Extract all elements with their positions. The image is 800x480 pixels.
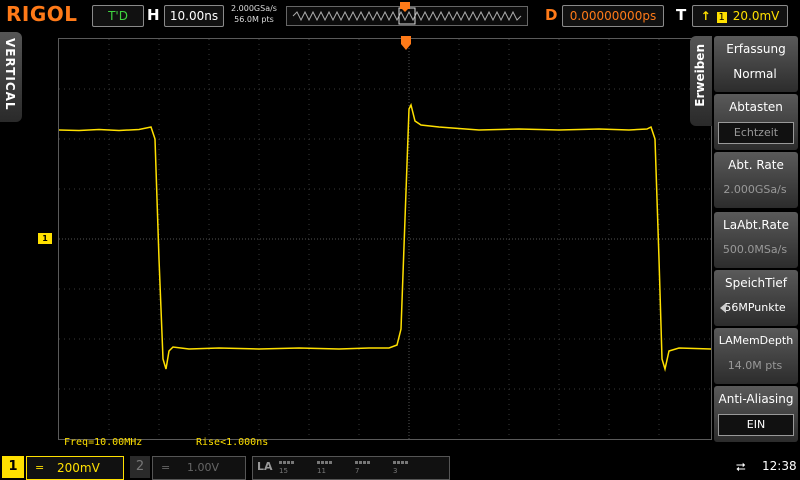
ch1-waveform	[59, 102, 711, 372]
la-channel-label: 7	[355, 467, 360, 475]
la-label: LA	[257, 460, 273, 473]
trigger-channel-badge: 1	[716, 12, 727, 23]
menu-item-value: 14.0M pts	[727, 359, 783, 372]
la-channel-label: 15	[279, 467, 288, 475]
menu-item-la-mem-depth[interactable]: LAMemDepth 14.0M pts	[714, 328, 798, 384]
brand-logo: RIGOL	[6, 2, 78, 26]
usb-icon: ⮂	[736, 460, 746, 474]
menu-item-value: EIN	[718, 414, 794, 436]
menu-item-speichtief[interactable]: SpeichTief 56MPunkte	[714, 270, 798, 326]
ch1-settings[interactable]: = 200mV	[26, 456, 124, 480]
menu-item-value: 500.0MSa/s	[722, 243, 788, 256]
measurement-frequency: Freq=10.00MHz	[64, 437, 143, 448]
dc-coupling-icon: =	[35, 461, 45, 474]
measurement-rise-time: Rise<1.000ns	[196, 437, 269, 448]
rising-edge-icon: ↑	[700, 9, 711, 23]
run-status-indicator[interactable]: T'D	[92, 5, 144, 27]
menu-item-title: Anti-Aliasing	[718, 392, 794, 406]
ch2-settings[interactable]: = 1.00V	[152, 456, 246, 480]
menu-item-value: 2.000GSa/s	[723, 183, 787, 196]
memory-points: 56.0M pts	[234, 15, 274, 24]
ch1-badge[interactable]: 1	[2, 456, 24, 478]
graticule	[59, 39, 711, 439]
vertical-tab[interactable]: VERTICAL	[0, 32, 22, 122]
la-channel-label: 11	[317, 467, 326, 475]
menu-item-abtasten[interactable]: Abtasten Echtzeit	[714, 94, 798, 150]
delay-value[interactable]: 0.00000000ps	[562, 5, 664, 27]
menu-item-erfassung[interactable]: Erfassung Normal	[714, 36, 798, 92]
menu-tab[interactable]: Erweiben	[690, 36, 712, 126]
menu-item-la-abt-rate[interactable]: LaAbt.Rate 500.0MSa/s	[714, 212, 798, 268]
sample-rate: 2.000GSa/s	[231, 4, 277, 13]
top-status-bar: RIGOL T'D H 10.00ns 2.000GSa/s 56.0M pts…	[0, 0, 800, 30]
menu-item-title: Abt. Rate	[728, 158, 784, 172]
menu-item-abt-rate[interactable]: Abt. Rate 2.000GSa/s	[714, 152, 798, 208]
trigger-position-top-icon	[400, 2, 410, 12]
dc-coupling-icon: =	[161, 461, 171, 474]
menu-item-value: Echtzeit	[718, 122, 794, 144]
menu-item-anti-aliasing[interactable]: Anti-Aliasing EIN	[714, 386, 798, 442]
trigger-level: 20.0mV	[732, 9, 780, 23]
trigger-label: T	[676, 6, 687, 24]
la-channel-label: 3	[393, 467, 398, 475]
logic-analyzer-settings[interactable]: LA 15 11 7 3	[252, 456, 450, 480]
vertical-tab-label: VERTICAL	[3, 38, 17, 111]
menu-item-value: 56MPunkte	[718, 298, 792, 318]
ch2-scale: 1.00V	[187, 461, 220, 474]
menu-tab-label: Erweiben	[693, 44, 707, 107]
menu-item-title: Abtasten	[729, 100, 783, 114]
menu-item-title: LAMemDepth	[718, 334, 794, 347]
menu-item-title: LaAbt.Rate	[723, 218, 789, 232]
clock: 12:38	[762, 459, 797, 473]
horizontal-label: H	[147, 6, 160, 24]
delay-label: D	[545, 6, 558, 24]
waveform-display[interactable]	[58, 38, 712, 440]
trigger-position-icon[interactable]	[400, 36, 412, 52]
menu-item-value: Normal	[733, 67, 777, 81]
sample-info: 2.000GSa/s 56.0M pts	[229, 3, 279, 25]
ch2-badge[interactable]: 2	[130, 456, 150, 478]
ch1-scale: 200mV	[57, 461, 100, 475]
ch1-offset-marker[interactable]: 1	[38, 233, 52, 244]
timebase-value[interactable]: 10.00ns	[164, 5, 224, 27]
trigger-info[interactable]: ↑ 1 20.0mV	[692, 5, 788, 27]
menu-item-title: Erfassung	[726, 42, 786, 56]
menu-item-title: SpeichTief	[724, 276, 788, 290]
